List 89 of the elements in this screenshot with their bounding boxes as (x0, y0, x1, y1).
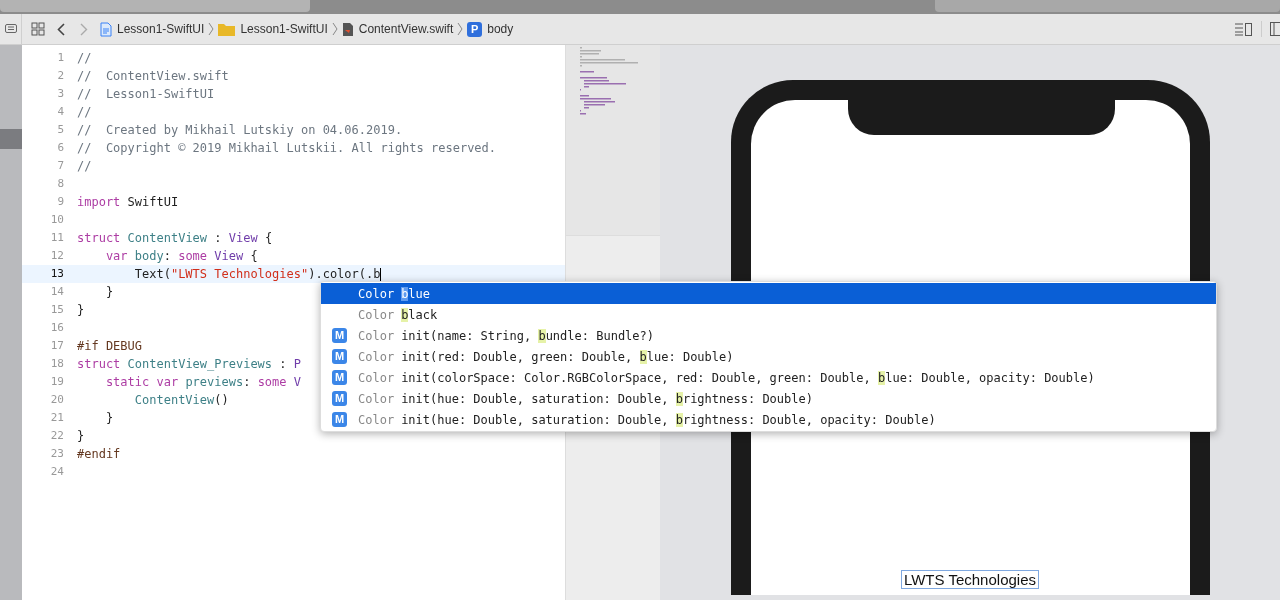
line-number: 11 (49, 229, 64, 246)
code-line: var body: some View { (104, 248, 258, 265)
completion-signature: init(red: Double, green: Double, blue: Double) (401, 348, 734, 366)
completion-signature: init(name: String, bundle: Bundle?) (401, 327, 654, 345)
grid-icon[interactable] (31, 22, 45, 36)
breadcrumb-item[interactable]: ContentView.swift (341, 20, 454, 38)
code-line: struct ContentView_Previews : P (77, 356, 301, 373)
line-number: 18 (49, 355, 64, 372)
document-icon (100, 21, 112, 37)
completion-type: Color (358, 411, 395, 429)
text-cursor (380, 268, 382, 281)
code-line: // (77, 50, 92, 67)
line-number: 6 (56, 139, 64, 156)
line-number: 4 (56, 103, 64, 120)
line-number: 8 (56, 175, 64, 192)
code-line: } (77, 302, 85, 319)
completion-item[interactable]: Color black (321, 304, 1216, 325)
line-number: 22 (49, 427, 64, 444)
line-number: 2 (56, 67, 64, 84)
breadcrumb-item[interactable]: Lesson1-SwiftUI (218, 20, 328, 38)
completion-item[interactable]: M Color init(name: String, bundle: Bundle?) (321, 325, 1216, 346)
selected-row-highlight (0, 129, 22, 149)
code-line: // (77, 104, 92, 121)
completion-signature: black (401, 306, 438, 324)
completion-signature: init(hue: Double, saturation: Double, brightness: Double, opacity: Double) (401, 411, 936, 429)
line-number: 3 (56, 85, 64, 102)
line-number: 15 (49, 301, 64, 318)
preview-text: LWTS Technologies (901, 570, 1039, 589)
completion-type: Color (358, 327, 395, 345)
completion-item[interactable]: Color blue (321, 283, 1216, 304)
line-number: 9 (56, 193, 64, 210)
code-line: } (104, 284, 114, 301)
completion-item[interactable]: M Color init(colorSpace: Color.RGBColorSpace, red: Double, green: Double, blue: Double, opacity: Double) (321, 367, 1216, 388)
line-number: 21 (49, 409, 64, 426)
breadcrumb-item[interactable]: Lesson1-SwiftUI (100, 20, 205, 38)
line-number: 5 (56, 121, 64, 138)
property-badge: P (467, 21, 483, 37)
code-line: // Created by Mikhail Lutskiy on 04.06.2019. (77, 122, 403, 139)
code-line: } (77, 428, 85, 445)
line-number: 17 (49, 337, 64, 354)
code-line: #endif (77, 446, 121, 463)
panel-icon[interactable] (1270, 22, 1280, 36)
method-badge: M (332, 328, 347, 343)
completion-signature: init(colorSpace: Color.RGBColorSpace, red: Double, green: Double, blue: Double, opacity: Double) (401, 369, 1095, 387)
line-number: 1 (56, 49, 64, 66)
code-line: import SwiftUI (77, 194, 179, 211)
code-line: #if DEBUG (77, 338, 143, 355)
line-number: 12 (49, 247, 64, 264)
chevron-icon (331, 22, 338, 36)
completion-item[interactable]: M Color init(red: Double, green: Double, blue: Double) (321, 346, 1216, 367)
line-number: 19 (49, 373, 64, 390)
code-line: static var previews: some V (104, 374, 301, 391)
completion-type: Color (358, 348, 395, 366)
code-line: // Lesson1-SwiftUI (77, 86, 215, 103)
back-icon[interactable] (57, 22, 65, 36)
method-badge: M (332, 370, 347, 385)
completion-signature: init(hue: Double, saturation: Double, brightness: Double) (401, 390, 813, 408)
code-line: ContentView() (133, 392, 229, 409)
code-line: // ContentView.swift (77, 68, 229, 85)
line-number: 23 (49, 445, 64, 462)
line-number: 7 (56, 157, 64, 174)
completion-type: Color (358, 369, 395, 387)
code-line: } (104, 410, 114, 427)
line-number: 20 (49, 391, 64, 408)
chevron-icon (208, 22, 215, 36)
completion-item[interactable]: M Color init(hue: Double, saturation: Double, brightness: Double, opacity: Double) (321, 409, 1216, 430)
method-badge: M (332, 349, 347, 364)
line-number: 10 (49, 211, 64, 228)
line-number: 13 (49, 265, 64, 282)
line-number: 14 (49, 283, 64, 300)
code-line: // Copyright © 2019 Mikhail Lutskii. All rights reserved. (77, 140, 497, 157)
method-badge: M (332, 412, 347, 427)
method-badge: M (332, 391, 347, 406)
completion-type: Color (358, 390, 395, 408)
line-number: 24 (49, 463, 64, 480)
chevron-icon (457, 22, 464, 36)
swift-file-icon (341, 21, 354, 37)
breadcrumb-item[interactable]: P body (467, 20, 514, 38)
code-line: Text("LWTS Technologies").color(.b (133, 266, 382, 283)
editor-options-icon[interactable] (1235, 22, 1253, 36)
code-line: // (77, 158, 92, 175)
line-number: 16 (49, 319, 64, 336)
completion-item[interactable]: M Color init(hue: Double, saturation: Double, brightness: Double) (321, 388, 1216, 409)
completion-type: Color (358, 285, 395, 303)
completion-signature: blue (401, 285, 431, 303)
completion-type: Color (358, 306, 395, 324)
folder-icon (218, 22, 236, 36)
chat-bubble-icon[interactable] (4, 23, 17, 35)
code-line: struct ContentView : View { (77, 230, 273, 247)
